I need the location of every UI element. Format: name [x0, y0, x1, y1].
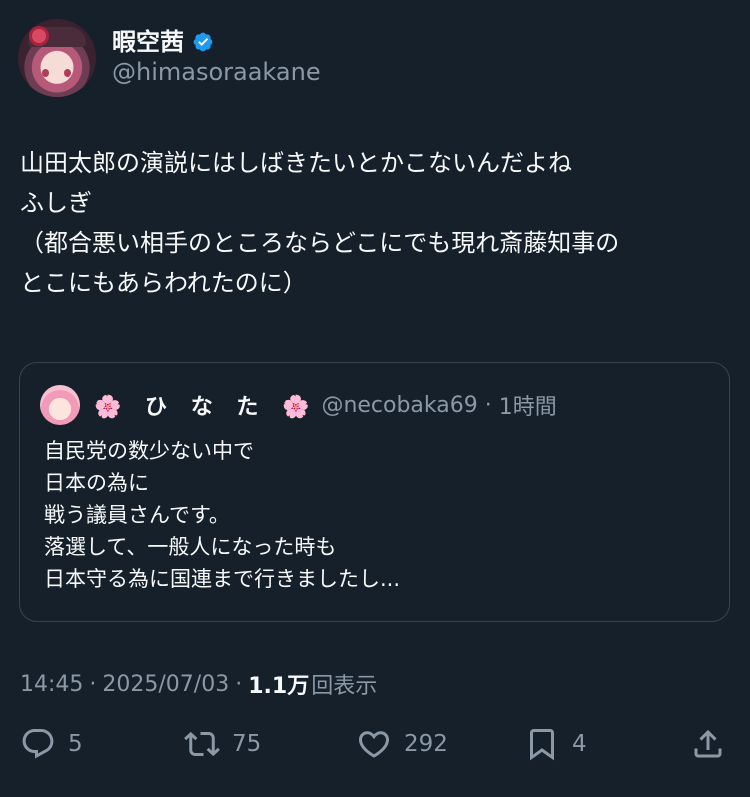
avatar-eye-right [64, 69, 71, 77]
reply-count: 5 [68, 731, 83, 757]
author-name-row[interactable]: 暇空茜 [112, 27, 214, 57]
action-bar: 5 75 292 4 [0, 726, 750, 770]
author-handle[interactable]: @himasoraakane [112, 58, 321, 86]
quoted-author-name: 🌸 ひ な た 🌸 [94, 395, 318, 420]
quoted-tweet-card[interactable]: 🌸 ひ な た 🌸 @necobaka69 · 1時間 自民党の数少ない中で 日… [19, 362, 730, 622]
verified-badge-icon [193, 32, 213, 52]
author-display-name[interactable]: 暇空茜 [112, 27, 184, 57]
quoted-author-avatar[interactable] [40, 385, 80, 425]
tweet-date[interactable]: 2025/07/03 [102, 672, 229, 697]
heart-icon [358, 731, 390, 758]
bookmark-icon [530, 729, 554, 761]
quoted-tweet-header: 🌸 ひ な た 🌸 @necobaka69 · 1時間 [40, 385, 557, 425]
bookmark-count: 4 [572, 731, 587, 757]
tweet-meta: 14:45 · 2025/07/03 · 1.1万 回表示 [20, 668, 377, 700]
quoted-line: 日本の為に [44, 471, 149, 495]
quoted-line: 戦う議員さんです。 [44, 503, 230, 527]
avatar-flower [32, 29, 46, 43]
views-label: 回表示 [311, 674, 378, 699]
meta-separator: · [235, 671, 243, 697]
share-button[interactable] [690, 726, 726, 762]
tweet-line: （都合悪い相手のところならどこにでも現れ斎藤知事の [20, 229, 620, 257]
quoted-tweet-text: 自民党の数少ない中で 日本の為に 戦う議員さんです。 落選して、一般人になった時… [44, 435, 400, 595]
retweet-count: 75 [232, 731, 262, 757]
quoted-line: 落選して、一般人になった時も [44, 535, 337, 559]
meta-separator: · [89, 671, 97, 697]
quoted-author-handle: @necobaka69 [321, 392, 478, 418]
tweet-line: 山田太郎の演説にはしばきたいとかこないんだよね [20, 149, 572, 177]
retweet-icon [184, 731, 220, 757]
retweet-button[interactable]: 75 [184, 726, 261, 762]
tweet-text: 山田太郎の演説にはしばきたいとかこないんだよね ふしぎ （都合悪い相手のところな… [20, 143, 732, 303]
tweet-line: ふしぎ [20, 189, 92, 217]
avatar-eye-left [42, 69, 49, 77]
quoted-tweet-time: 1時間 [498, 395, 557, 420]
tweet-line: とこにもあらわれたのに） [20, 269, 307, 297]
like-button[interactable]: 292 [356, 726, 448, 762]
quoted-line: 日本守る為に国連まで行きましたし... [44, 567, 401, 591]
quoted-time-separator: · [477, 392, 499, 418]
reply-icon [22, 729, 54, 759]
views-count: 1.1万 [248, 674, 310, 699]
share-icon [694, 729, 722, 758]
quoted-line: 自民党の数少ない中で [44, 439, 254, 463]
tweet-time[interactable]: 14:45 [20, 672, 83, 697]
like-count: 292 [404, 731, 448, 757]
author-avatar[interactable] [18, 19, 96, 97]
bookmark-button[interactable]: 4 [524, 726, 587, 762]
reply-button[interactable]: 5 [20, 726, 83, 762]
